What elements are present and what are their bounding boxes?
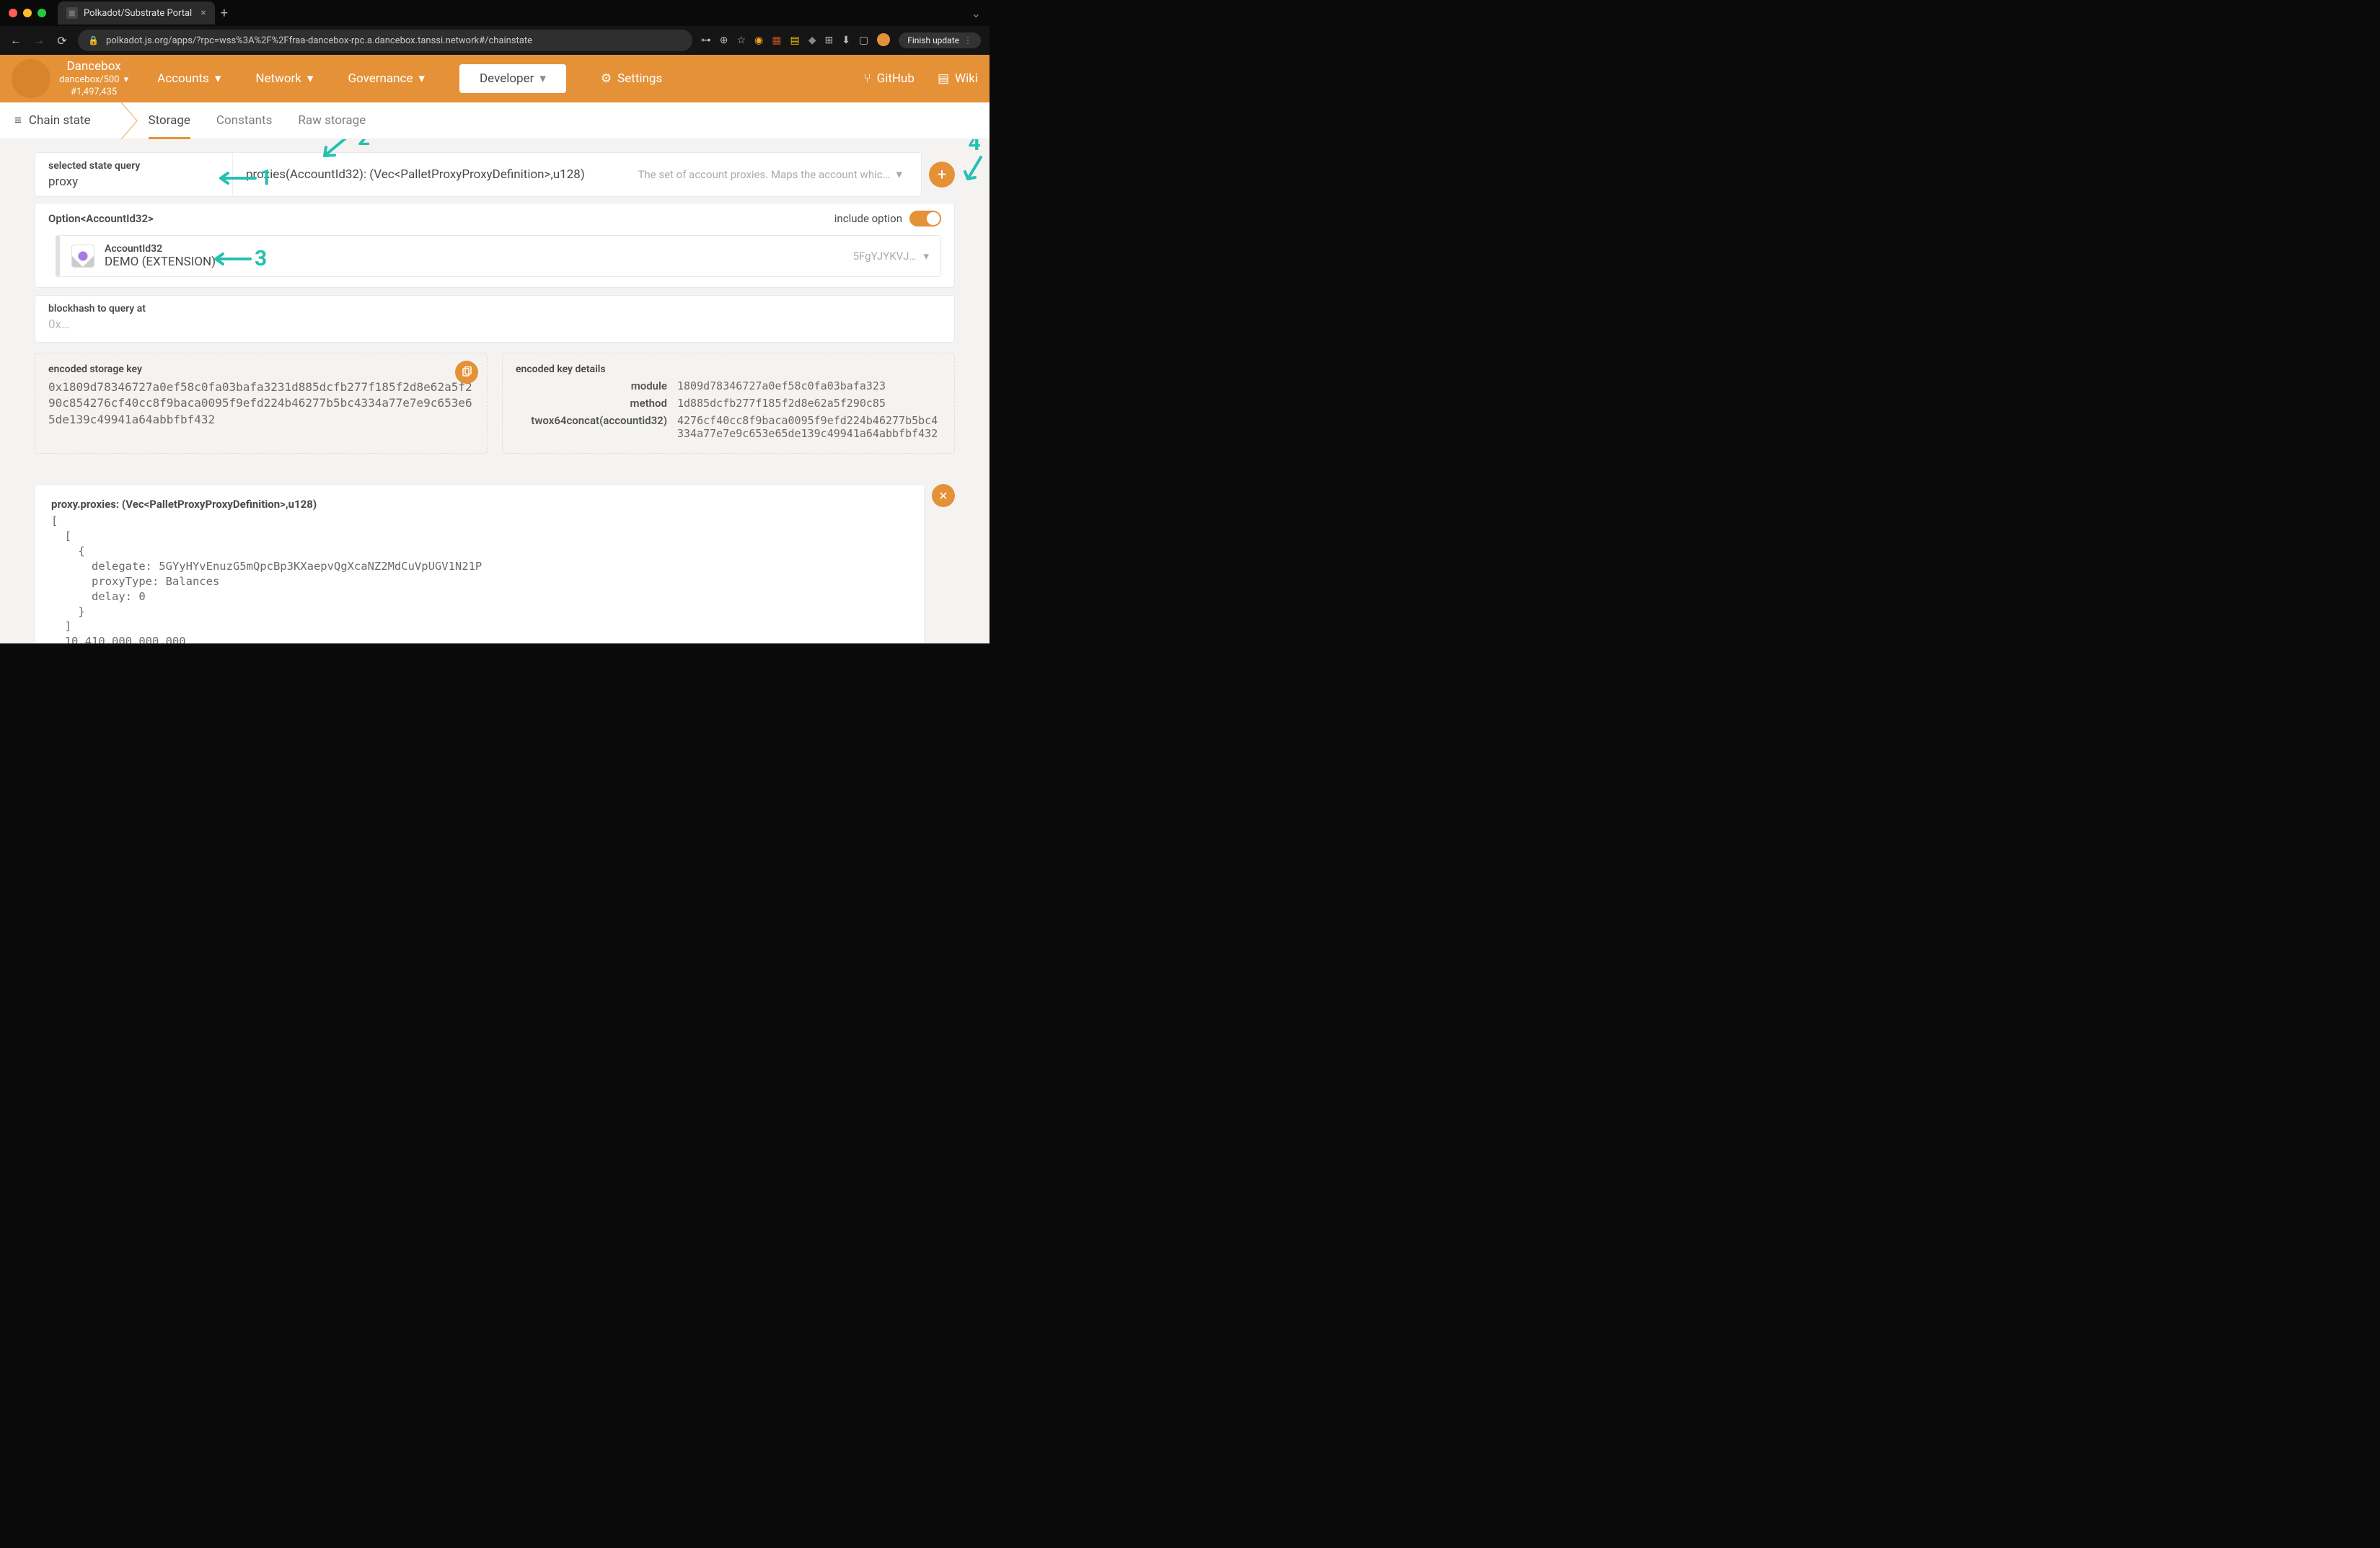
database-icon: ≡ <box>14 113 22 128</box>
window-close-dot[interactable] <box>9 9 17 17</box>
window-minimize-dot[interactable] <box>23 9 32 17</box>
new-tab-button[interactable]: + <box>221 6 228 21</box>
encoded-details-card: encoded key details module 1809d78346727… <box>502 353 955 454</box>
network-selector[interactable]: Dancebox dancebox/500▾ #1,497,435 <box>12 58 128 99</box>
macos-titlebar: ▦ Polkadot/Substrate Portal × + ⌄ <box>0 0 990 26</box>
puzzle-icon[interactable]: ⊞ <box>824 35 833 46</box>
caret-down-icon: ▾ <box>418 71 425 86</box>
option-card: Option<AccountId32> include option 3 Acc… <box>35 203 955 288</box>
result-body: [ [ { delegate: 5GYyHYvEnuzG5mQpcBp3KXae… <box>51 514 908 643</box>
include-option-toggle[interactable] <box>909 211 941 227</box>
tab-title: Polkadot/Substrate Portal <box>84 8 192 19</box>
tab-close-icon[interactable]: × <box>200 7 206 19</box>
state-query-card: selected state query proxy proxies(Accou… <box>35 152 922 197</box>
wiki-link[interactable]: ▤Wiki <box>938 71 978 86</box>
ext-icon-4[interactable]: ◆ <box>808 35 816 46</box>
star-icon[interactable]: ☆ <box>736 35 746 46</box>
github-link[interactable]: ⑂GitHub <box>863 71 914 86</box>
tab-constants[interactable]: Constants <box>216 102 272 138</box>
profile-icon[interactable] <box>877 33 890 46</box>
caret-down-icon: ▾ <box>307 71 314 86</box>
blockhash-card[interactable]: blockhash to query at 0x… <box>35 295 955 343</box>
menu-developer[interactable]: Developer▾ <box>459 64 566 93</box>
state-query-method-select[interactable]: proxies(AccountId32): (Vec<PalletProxyPr… <box>233 153 921 196</box>
page-body: 4 1 2 selected state query proxy proxies… <box>0 139 990 643</box>
block-number: #1,497,435 <box>71 87 117 99</box>
lock-icon: 🔒 <box>88 35 99 45</box>
account-selector[interactable]: 3 AccountId32 DEMO (EXTENSION) 5FgYJYKVJ… <box>56 235 941 277</box>
menu-governance[interactable]: Governance▾ <box>348 71 425 86</box>
blockhash-input[interactable]: 0x… <box>48 317 941 332</box>
app-header: Dancebox dancebox/500▾ #1,497,435 Accoun… <box>0 55 990 102</box>
copy-key-button[interactable] <box>455 361 478 384</box>
window-zoom-dot[interactable] <box>38 9 46 17</box>
browser-nav: ← → ⟳ 🔒 polkadot.js.org/apps/?rpc=wss%3A… <box>0 26 990 55</box>
zoom-icon[interactable]: ⊕ <box>720 35 728 46</box>
nav-back-icon[interactable]: ← <box>9 33 23 48</box>
caret-down-icon: ▾ <box>896 167 902 182</box>
caret-down-icon: ▾ <box>124 74 129 87</box>
tab-raw-storage[interactable]: Raw storage <box>298 102 366 138</box>
menu-settings[interactable]: ⚙Settings <box>601 71 662 86</box>
tab-storage[interactable]: Storage <box>149 102 190 138</box>
menu-accounts[interactable]: Accounts▾ <box>157 71 221 86</box>
favicon: ▦ <box>66 7 78 19</box>
key-icon[interactable]: ⊶ <box>701 35 711 46</box>
url-bar[interactable]: 🔒 polkadot.js.org/apps/?rpc=wss%3A%2F%2F… <box>78 30 692 51</box>
download-icon[interactable]: ⬇ <box>842 35 850 46</box>
browser-toolbar-icons: ⊶ ⊕ ☆ ◉ ▦ ▤ ◆ ⊞ ⬇ ▢ <box>701 35 890 46</box>
browser-tab[interactable]: ▦ Polkadot/Substrate Portal × <box>58 1 215 25</box>
state-query-module-select[interactable]: selected state query proxy <box>35 153 233 196</box>
finish-update-button[interactable]: Finish update ⋮ <box>899 32 981 48</box>
book-icon: ▤ <box>938 71 949 86</box>
ext-icon-2[interactable]: ▦ <box>772 35 781 46</box>
breadcrumb[interactable]: ≡ Chain state <box>0 113 105 128</box>
result-card: proxy.proxies: (Vec<PalletProxyProxyDefi… <box>35 484 925 643</box>
submit-query-button[interactable]: + <box>929 162 955 188</box>
ext-icon-3[interactable]: ▤ <box>790 35 799 46</box>
url-text: polkadot.js.org/apps/?rpc=wss%3A%2F%2Ffr… <box>106 35 532 46</box>
nav-reload-icon[interactable]: ⟳ <box>55 34 69 48</box>
encoded-key-value: 0x1809d78346727a0ef58c0fa03bafa3231d885d… <box>48 379 474 428</box>
top-menu: Accounts▾ Network▾ Governance▾ Developer… <box>157 64 662 93</box>
fork-icon: ⑂ <box>863 71 871 86</box>
close-result-button[interactable]: ✕ <box>932 484 955 507</box>
encoded-key-card: encoded storage key 0x1809d78346727a0ef5… <box>35 353 488 454</box>
callout-4: 4 <box>962 139 987 185</box>
network-logo <box>12 59 50 98</box>
caret-down-icon: ▾ <box>215 71 221 86</box>
ext-icon-1[interactable]: ◉ <box>754 35 763 46</box>
panel-icon[interactable]: ▢ <box>859 35 868 46</box>
identicon <box>71 245 94 268</box>
menu-network[interactable]: Network▾ <box>255 71 313 86</box>
subnav: ≡ Chain state Storage Constants Raw stor… <box>0 102 990 139</box>
nav-forward-icon[interactable]: → <box>32 33 46 48</box>
caret-down-icon: ▾ <box>923 250 929 263</box>
caret-down-icon: ▾ <box>539 71 546 86</box>
gear-icon: ⚙ <box>601 71 612 86</box>
window-menu-icon[interactable]: ⌄ <box>971 6 981 20</box>
option-type-label: Option<AccountId32> <box>48 212 154 225</box>
network-name: Dancebox <box>66 58 120 74</box>
